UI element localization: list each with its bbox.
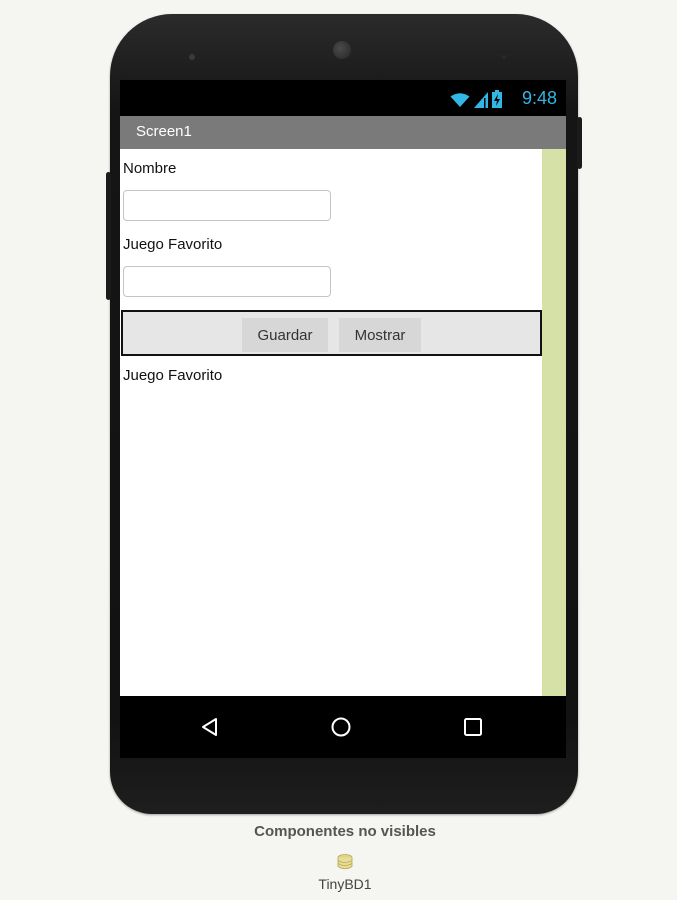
database-icon[interactable] <box>337 854 353 870</box>
app-title-bar: Screen1 <box>120 116 566 149</box>
name-textbox[interactable] <box>123 190 331 221</box>
screen-scroll-strip <box>542 149 566 696</box>
game-textbox[interactable] <box>123 266 331 297</box>
status-time: 9:48 <box>521 88 557 108</box>
screen-content: Nombre Juego Favorito Guardar Mostrar Ju… <box>120 149 542 696</box>
status-icons <box>450 88 502 108</box>
home-circle-icon[interactable] <box>326 712 356 742</box>
sensor-dot-right <box>502 55 506 59</box>
wifi-icon <box>450 93 470 107</box>
name-label: Nombre <box>123 160 177 177</box>
sensor-dot <box>189 54 195 60</box>
show-button[interactable]: Mostrar <box>339 318 421 352</box>
front-camera <box>333 41 351 59</box>
save-button[interactable]: Guardar <box>242 318 328 352</box>
back-triangle-icon[interactable] <box>195 712 225 742</box>
power-button <box>106 172 111 300</box>
result-label: Juego Favorito <box>123 367 223 384</box>
game-label: Juego Favorito <box>123 236 223 253</box>
screen-title: Screen1 <box>136 123 192 140</box>
non-visible-components-title: Componentes no visibles <box>254 823 436 840</box>
navigation-bar <box>120 696 566 758</box>
button-arrangement: Guardar Mostrar <box>121 310 542 356</box>
battery-charging-icon <box>492 90 502 108</box>
volume-button <box>577 117 582 169</box>
cell-signal-icon <box>474 92 488 108</box>
status-bar: 9:48 <box>120 80 566 116</box>
tinydb-component-label[interactable]: TinyBD1 <box>0 876 677 892</box>
recents-square-icon[interactable] <box>458 712 488 742</box>
